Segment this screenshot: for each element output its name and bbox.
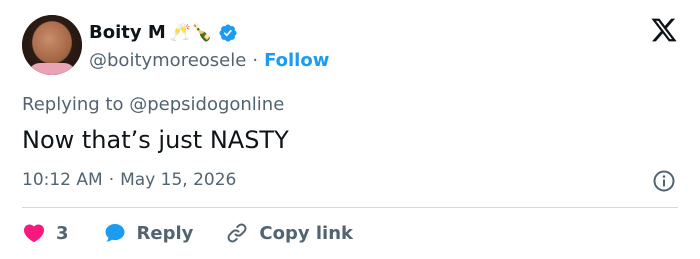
author-name[interactable]: Boity M [89,21,166,45]
tweet-timestamp[interactable]: 10:12 AM · May 15, 2026 [22,170,236,190]
author-name-row: Boity M 🥂🍾 [89,20,238,46]
tweet-time: 10:12 AM [22,170,103,190]
author-handle-row: @boitymoreosele · Follow [89,48,329,72]
author-name-emojis: 🥂🍾 [169,23,213,43]
tweet-text: Now that’s just NASTY [22,126,289,154]
avatar-shirt [28,63,76,75]
follow-button[interactable]: Follow [264,50,329,71]
replying-handle[interactable]: @pepsidogonline [129,94,284,115]
tweet-date: May 15, 2026 [120,170,237,190]
speech-bubble-icon [105,224,125,242]
replying-prefix: Replying to [22,94,124,115]
like-button[interactable]: 3 [22,221,69,245]
heart-icon [23,224,45,243]
timestamp-separator: · [108,170,115,190]
like-count: 3 [56,222,69,244]
verified-badge-icon [219,24,237,42]
author-handle[interactable]: @boitymoreosele [89,50,246,71]
replying-to-line: Replying to @pepsidogonline [22,94,284,115]
handle-separator: · [252,49,259,71]
avatar[interactable] [22,15,82,75]
copy-link-label: Copy link [259,222,353,244]
divider [22,207,678,208]
tweet-card: Boity M 🥂🍾 @boitymoreosele · Follow Repl… [0,0,700,259]
info-icon[interactable] [652,169,676,193]
tweet-actions: 3 Reply Copy link [22,219,353,247]
copy-link-button[interactable]: Copy link [225,221,353,245]
link-icon [227,223,247,243]
x-logo-icon[interactable] [650,16,678,44]
reply-label: Reply [136,222,194,244]
reply-button[interactable]: Reply [103,221,194,245]
